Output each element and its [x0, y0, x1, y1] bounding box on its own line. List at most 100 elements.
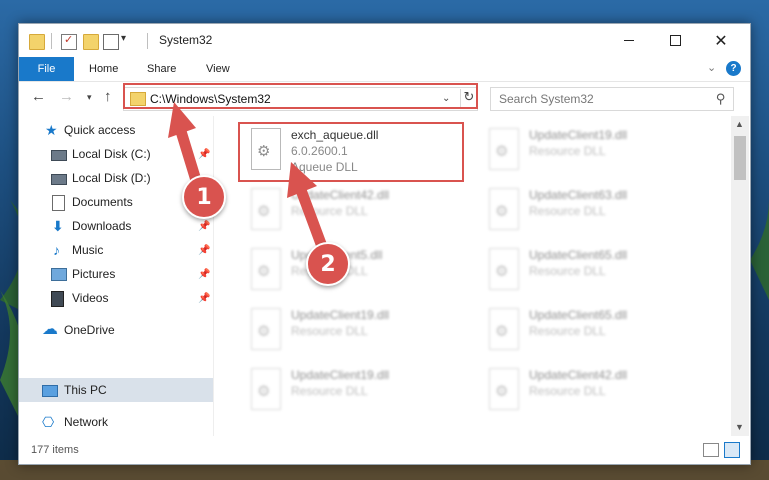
cloud-icon: ☁ — [42, 321, 58, 338]
step-1-badge: 1 — [182, 175, 226, 219]
sidebar-item-label: Videos — [72, 291, 109, 305]
document-icon — [52, 195, 65, 211]
pin-icon[interactable]: 📌 — [198, 149, 210, 160]
title-separator — [147, 33, 148, 49]
tab-view[interactable]: View — [206, 57, 230, 81]
forward-arrow-icon[interactable]: → — [59, 88, 74, 105]
file-item[interactable]: ⚙ UpdateClient5.dll Resource DLL — [241, 242, 471, 297]
window-title: System32 — [159, 33, 213, 47]
sidebar-item-label: Network — [64, 415, 109, 429]
sidebar-item-music[interactable]: ♪ Music 📌 — [19, 238, 213, 262]
file-name: UpdateClient19.dll — [291, 368, 390, 382]
vertical-scrollbar[interactable]: ▲ ▼ — [731, 116, 749, 436]
sidebar-item-label: Local Disk (D:) — [72, 171, 151, 185]
back-arrow-icon[interactable]: ← — [31, 88, 46, 105]
sidebar-item-label: Quick access — [64, 123, 136, 137]
toolbar-dropdown-icon[interactable]: ▾ — [121, 33, 126, 44]
close-button[interactable]: ✕ — [698, 24, 744, 57]
step-2-badge: 2 — [306, 242, 350, 286]
sidebar-item-label: OneDrive — [64, 323, 115, 337]
sidebar-item-network[interactable]: ⎔ Network — [19, 410, 213, 434]
sidebar-item-pictures[interactable]: Pictures 📌 — [19, 262, 213, 286]
network-icon: ⎔ — [42, 414, 55, 430]
pc-icon — [42, 385, 58, 397]
sidebar-item-downloads[interactable]: ⬇ Downloads 📌 — [19, 214, 213, 238]
customize-toolbar-icon[interactable] — [103, 34, 119, 50]
file-item[interactable]: ⚙ UpdateClient63.dll Resource DLL — [479, 182, 709, 237]
disk-icon — [51, 174, 67, 185]
large-icons-view-icon[interactable] — [724, 442, 740, 458]
dll-file-icon: ⚙ — [247, 248, 283, 292]
maximize-button[interactable] — [652, 24, 698, 57]
sidebar-item-label: Music — [72, 243, 104, 257]
tab-home[interactable]: Home — [89, 57, 118, 81]
up-arrow-icon[interactable]: ↑ — [104, 88, 112, 105]
dll-file-icon: ⚙ — [485, 248, 521, 292]
sidebar-item-onedrive[interactable]: ☁ OneDrive — [19, 318, 213, 342]
file-description: Resource DLL — [529, 144, 606, 158]
dll-file-icon: ⚙ — [485, 368, 521, 412]
help-icon[interactable]: ? — [726, 61, 741, 76]
explorer-window: ▾ System32 ✕ File Home Share View ⌄ ? ← … — [18, 23, 751, 465]
recent-locations-icon[interactable]: ▾ — [87, 92, 92, 103]
disk-icon — [51, 150, 67, 161]
dll-file-icon: ⚙ — [485, 128, 521, 172]
new-folder-icon[interactable] — [83, 34, 99, 50]
file-item[interactable]: ⚙ UpdateClient65.dll Resource DLL — [479, 302, 709, 357]
file-highlight-box — [238, 122, 464, 182]
dll-file-icon: ⚙ — [485, 188, 521, 232]
file-item[interactable]: ⚙ UpdateClient19.dll Resource DLL — [241, 362, 471, 417]
scroll-thumb[interactable] — [734, 136, 746, 180]
file-item[interactable]: ⚙ UpdateClient42.dll Resource DLL — [241, 182, 471, 237]
file-item[interactable]: ⚙ UpdateClient42.dll Resource DLL — [479, 362, 709, 417]
pin-icon[interactable]: 📌 — [198, 269, 210, 280]
sidebar-item-label: Local Disk (C:) — [72, 147, 151, 161]
dll-file-icon: ⚙ — [247, 188, 283, 232]
file-description: Resource DLL — [291, 324, 368, 338]
address-highlight-box — [123, 83, 478, 109]
sidebar-item-quick-access[interactable]: ★ Quick access — [19, 118, 213, 142]
tab-share[interactable]: Share — [147, 57, 176, 81]
sidebar-item-label: This PC — [64, 383, 107, 397]
file-name: UpdateClient42.dll — [529, 368, 628, 382]
ribbon-tabs: File Home Share View ⌄ ? — [19, 57, 750, 82]
file-description: Resource DLL — [291, 204, 368, 218]
file-description: Resource DLL — [291, 384, 368, 398]
dll-file-icon: ⚙ — [485, 308, 521, 352]
properties-check-icon[interactable] — [61, 33, 77, 50]
file-name: UpdateClient65.dll — [529, 308, 628, 322]
pin-icon[interactable]: 📌 — [198, 293, 210, 304]
file-item[interactable]: ⚙ UpdateClient19.dll Resource DLL — [241, 302, 471, 357]
file-description: Resource DLL — [529, 384, 606, 398]
sidebar-item-local-disk-c[interactable]: Local Disk (C:) 📌 — [19, 142, 213, 166]
ribbon-expand-icon[interactable]: ⌄ — [707, 61, 716, 74]
download-icon: ⬇ — [52, 218, 64, 234]
scroll-down-icon[interactable]: ▼ — [735, 422, 744, 432]
videos-icon — [51, 291, 64, 307]
scroll-up-icon[interactable]: ▲ — [735, 119, 744, 129]
file-name: UpdateClient19.dll — [529, 128, 628, 142]
status-bar: 177 items — [19, 436, 750, 464]
title-bar: ▾ System32 ✕ — [19, 24, 750, 57]
sidebar-item-this-pc[interactable]: This PC — [19, 378, 213, 402]
item-count: 177 items — [31, 444, 79, 456]
dll-file-icon: ⚙ — [247, 308, 283, 352]
file-item[interactable]: ⚙ UpdateClient19.dll Resource DLL — [479, 122, 709, 177]
file-item[interactable]: ⚙ UpdateClient65.dll Resource DLL — [479, 242, 709, 297]
minimize-button[interactable] — [606, 24, 652, 57]
search-input[interactable]: Search System32 ⚲ — [490, 87, 734, 111]
quick-access-separator — [51, 33, 52, 49]
file-name: UpdateClient42.dll — [291, 188, 390, 202]
pin-icon[interactable]: 📌 — [198, 221, 210, 232]
pin-icon[interactable]: 📌 — [198, 245, 210, 256]
file-description: Resource DLL — [529, 204, 606, 218]
folder-icon — [29, 34, 45, 50]
file-description: Resource DLL — [529, 264, 606, 278]
search-placeholder: Search System32 — [499, 92, 594, 106]
file-name: UpdateClient19.dll — [291, 308, 390, 322]
tab-file[interactable]: File — [19, 57, 74, 81]
search-icon[interactable]: ⚲ — [716, 91, 726, 107]
file-name: UpdateClient65.dll — [529, 248, 628, 262]
details-view-icon[interactable] — [703, 443, 719, 457]
sidebar-item-videos[interactable]: Videos 📌 — [19, 286, 213, 310]
